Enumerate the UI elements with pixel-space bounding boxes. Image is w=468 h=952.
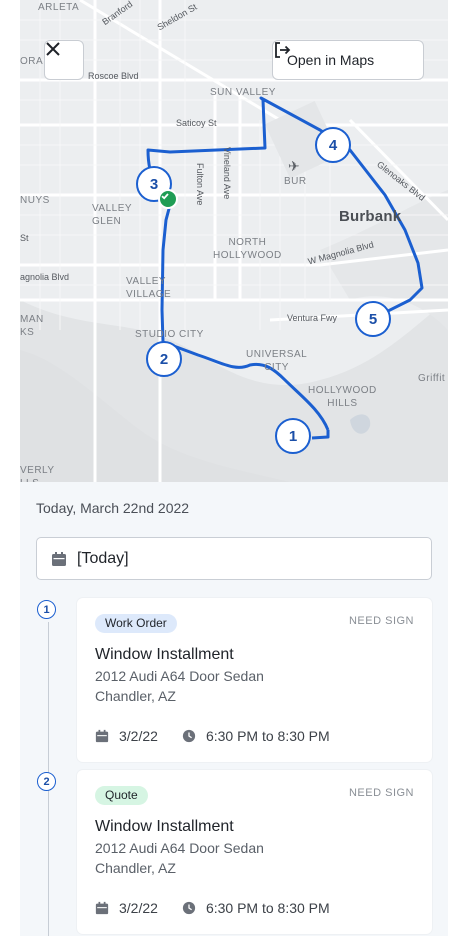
map-label-verly: VERLY LLS [20, 465, 55, 482]
date-heading: Today, March 22nd 2022 [36, 500, 190, 516]
job-title: Window Installment [95, 646, 234, 663]
date-select-value: [Today] [77, 549, 129, 567]
status-badge: NEED SIGN [348, 615, 414, 627]
job-card[interactable]: Work Order NEED SIGN Window Installment … [77, 598, 432, 762]
status-badge: NEED SIGN [348, 787, 414, 799]
map-label-arleta: ARLETA [38, 2, 80, 13]
job-time: 6:30 PM to 8:30 PM [205, 728, 330, 744]
job-schedule: 3/2/22 6:30 PM to 8:30 PM [95, 900, 330, 916]
job-card[interactable]: Quote NEED SIGN Window Installment 2012 … [77, 770, 432, 934]
map-label-man: MAN KS [20, 314, 44, 338]
calendar-icon [95, 729, 109, 743]
close-icon [46, 42, 60, 56]
open-in-maps-label: Open in Maps [287, 52, 375, 68]
job-vehicle: 2012 Audi A64 Door Sedan [95, 840, 264, 856]
job-title: Window Installment [95, 818, 234, 835]
map-label-sun-valley: SUN VALLEY [210, 87, 276, 98]
map-label-valley-glen: VALLEY GLEN [92, 203, 133, 227]
date-select[interactable]: [Today] [36, 537, 432, 580]
route-marker-5[interactable]: 5 [355, 301, 391, 337]
map-label-bur: BUR [284, 176, 307, 187]
route-marker-4[interactable]: 4 [315, 127, 351, 163]
job-type-badge: Quote [95, 786, 148, 805]
route-screen: ARLETA Branford Sheldon St ORA Roscoe Bl… [20, 0, 448, 936]
map-label-fulton: Fulton Ave [195, 163, 205, 206]
open-in-maps-button[interactable]: Open in Maps [272, 40, 424, 80]
timeline-step-2: 2 [37, 772, 56, 791]
map-label-nuys: NUYS [20, 195, 50, 206]
map-label-ora: ORA [20, 56, 44, 67]
map-label-magnolia: agnolia Blvd [20, 272, 70, 282]
map-label-vineland: Vineland Ave [222, 147, 232, 200]
map-label-studio-city: STUDIO CITY [135, 329, 204, 340]
timeline-step-1: 1 [37, 600, 56, 619]
map-label-roscoe: Roscoe Blvd [88, 71, 139, 81]
map-label-hollywood-hills: HOLLYWOOD HILLS [308, 385, 377, 409]
map-label-st: St [20, 233, 29, 243]
map-label-north-hollywood: NORTH HOLLYWOOD [213, 237, 282, 261]
map-label-saticoy: Saticoy St [176, 118, 217, 128]
route-map[interactable]: ARLETA Branford Sheldon St ORA Roscoe Bl… [20, 0, 448, 482]
clock-icon [182, 729, 196, 743]
map-label-ventura: Ventura Fwy [287, 313, 338, 323]
map-label-griffith: Griffit [418, 373, 446, 384]
map-label-universal-city: UNIVERSAL CITY [246, 349, 308, 373]
job-schedule: 3/2/22 6:30 PM to 8:30 PM [95, 728, 330, 744]
calendar-icon [52, 551, 66, 566]
job-location: Chandler, AZ [95, 860, 176, 876]
job-location: Chandler, AZ [95, 688, 176, 704]
airport-icon: ✈ [288, 158, 300, 174]
job-vehicle: 2012 Audi A64 Door Sedan [95, 668, 264, 684]
map-label-valley-village: VALLEY VILLAGE [126, 276, 172, 300]
route-marker-1[interactable]: 1 [275, 418, 311, 454]
job-type-badge: Work Order [95, 614, 177, 633]
route-marker-2[interactable]: 2 [146, 341, 182, 377]
close-button[interactable] [44, 40, 84, 80]
calendar-icon [95, 901, 109, 915]
completed-check-icon [158, 189, 178, 209]
map-label-burbank: Burbank [339, 208, 402, 225]
job-date: 3/2/22 [119, 900, 158, 916]
external-link-icon [275, 42, 291, 58]
job-date: 3/2/22 [119, 728, 158, 744]
job-time: 6:30 PM to 8:30 PM [205, 900, 330, 916]
clock-icon [182, 901, 196, 915]
